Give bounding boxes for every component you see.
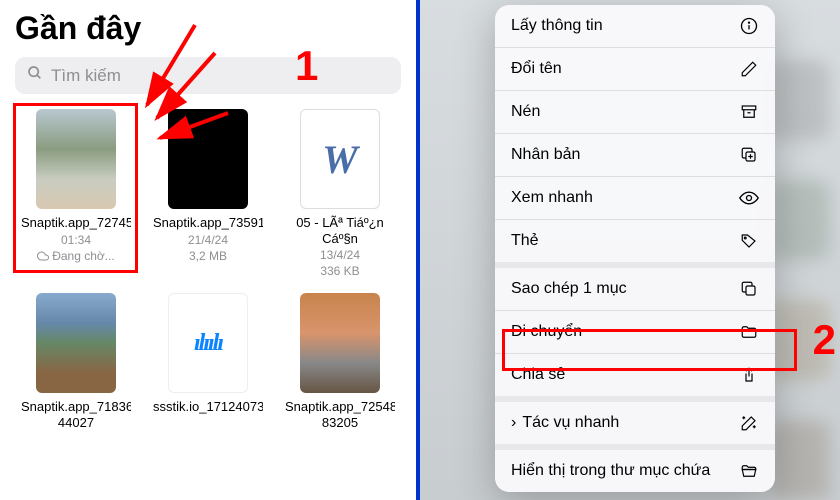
file-meta: 336 KB xyxy=(320,264,359,278)
menu-item-duplicate[interactable]: Nhân bản xyxy=(495,134,775,177)
duplicate-icon xyxy=(739,145,759,165)
share-icon xyxy=(739,365,759,385)
file-item[interactable]: ılıılı ssstik.io_1712407328643 xyxy=(147,293,269,430)
file-name: Snaptik.app_725487 83205 xyxy=(285,399,395,430)
file-thumbnail xyxy=(300,293,380,393)
files-recent-screen: Gần đây Tìm kiếm Snaptik.app_727459...87… xyxy=(0,0,420,500)
file-meta: 3,2 MB xyxy=(189,249,227,263)
context-menu-screen: Lấy thông tin Đổi tên Nén Nhân bản Xem nhanh… xyxy=(420,0,840,500)
menu-item-folder-open[interactable]: Hiển thị trong thư mục chứa xyxy=(495,450,775,492)
menu-item-label: Đổi tên xyxy=(511,60,739,78)
file-name: 05 - LÃª Tiáº¿n Cáº§n xyxy=(285,215,395,246)
file-name: Snaptik.app_718361 44027 xyxy=(21,399,131,430)
menu-item-label: Nén xyxy=(511,103,739,121)
menu-item-label: Hiển thị trong thư mục chứa xyxy=(511,462,739,480)
menu-item-share[interactable]: Chia sẻ xyxy=(495,354,775,402)
menu-item-pencil[interactable]: Đổi tên xyxy=(495,48,775,91)
file-thumbnail: ılıılı xyxy=(168,293,248,393)
menu-item-label: Xem nhanh xyxy=(511,189,739,207)
menu-item-copy[interactable]: Sao chép 1 mục xyxy=(495,268,775,311)
file-item[interactable]: Snaptik.app_718361 44027 xyxy=(15,293,137,430)
menu-item-label: Sao chép 1 mục xyxy=(511,280,739,298)
annotation-number-2: 2 xyxy=(813,316,836,364)
menu-item-eye[interactable]: Xem nhanh xyxy=(495,177,775,220)
menu-item-label: Tác vụ nhanh xyxy=(522,414,739,432)
file-meta: 13/4/24 xyxy=(320,248,360,262)
file-thumbnail xyxy=(36,293,116,393)
chevron-right-icon: › xyxy=(511,414,516,432)
context-menu: Lấy thông tin Đổi tên Nén Nhân bản Xem nhanh… xyxy=(495,5,775,492)
tag-icon xyxy=(739,231,759,251)
file-thumbnail: W xyxy=(300,109,380,209)
search-icon xyxy=(27,65,43,86)
file-meta: 01:34 xyxy=(61,233,91,247)
menu-item-label: Di chuyển xyxy=(511,323,739,341)
file-item[interactable]: W 05 - LÃª Tiáº¿n Cáº§n 13/4/24 336 KB xyxy=(279,109,401,278)
file-item[interactable]: Snaptik.app_725487 83205 xyxy=(279,293,401,430)
menu-item-label: Nhân bản xyxy=(511,146,739,164)
info-icon xyxy=(739,16,759,36)
menu-item-label: Chia sẻ xyxy=(511,366,739,384)
menu-item-info[interactable]: Lấy thông tin xyxy=(495,5,775,48)
folder-open-icon xyxy=(739,461,759,481)
menu-item-label: Lấy thông tin xyxy=(511,17,739,35)
menu-item-tag[interactable]: Thẻ xyxy=(495,220,775,268)
archive-icon xyxy=(739,102,759,122)
wand-icon xyxy=(739,413,759,433)
pencil-icon xyxy=(739,59,759,79)
file-name: ssstik.io_1712407328643 xyxy=(153,399,263,415)
folder-icon xyxy=(739,322,759,342)
menu-item-label: Thẻ xyxy=(511,232,739,250)
file-name: Snaptik.app_735919...0544 xyxy=(153,215,263,231)
file-name: Snaptik.app_727459...87970 xyxy=(21,215,131,231)
copy-icon xyxy=(739,279,759,299)
eye-icon xyxy=(739,188,759,208)
menu-item-folder[interactable]: Di chuyển xyxy=(495,311,775,354)
cloud-icon xyxy=(37,250,49,262)
page-title: Gần đây xyxy=(15,10,401,47)
annotation-arrow xyxy=(148,108,238,148)
file-thumbnail xyxy=(36,109,116,209)
file-meta: 21/4/24 xyxy=(188,233,228,247)
file-item[interactable]: Snaptik.app_727459...87970 01:34 Đang chờ.… xyxy=(15,109,137,278)
search-placeholder: Tìm kiếm xyxy=(51,66,121,86)
annotation-number-1: 1 xyxy=(295,42,318,90)
menu-item-wand[interactable]: › Tác vụ nhanh xyxy=(495,402,775,450)
file-meta: Đang chờ... xyxy=(37,249,115,263)
files-grid: Snaptik.app_727459...87970 01:34 Đang chờ.… xyxy=(15,109,401,430)
menu-item-archive[interactable]: Nén xyxy=(495,91,775,134)
